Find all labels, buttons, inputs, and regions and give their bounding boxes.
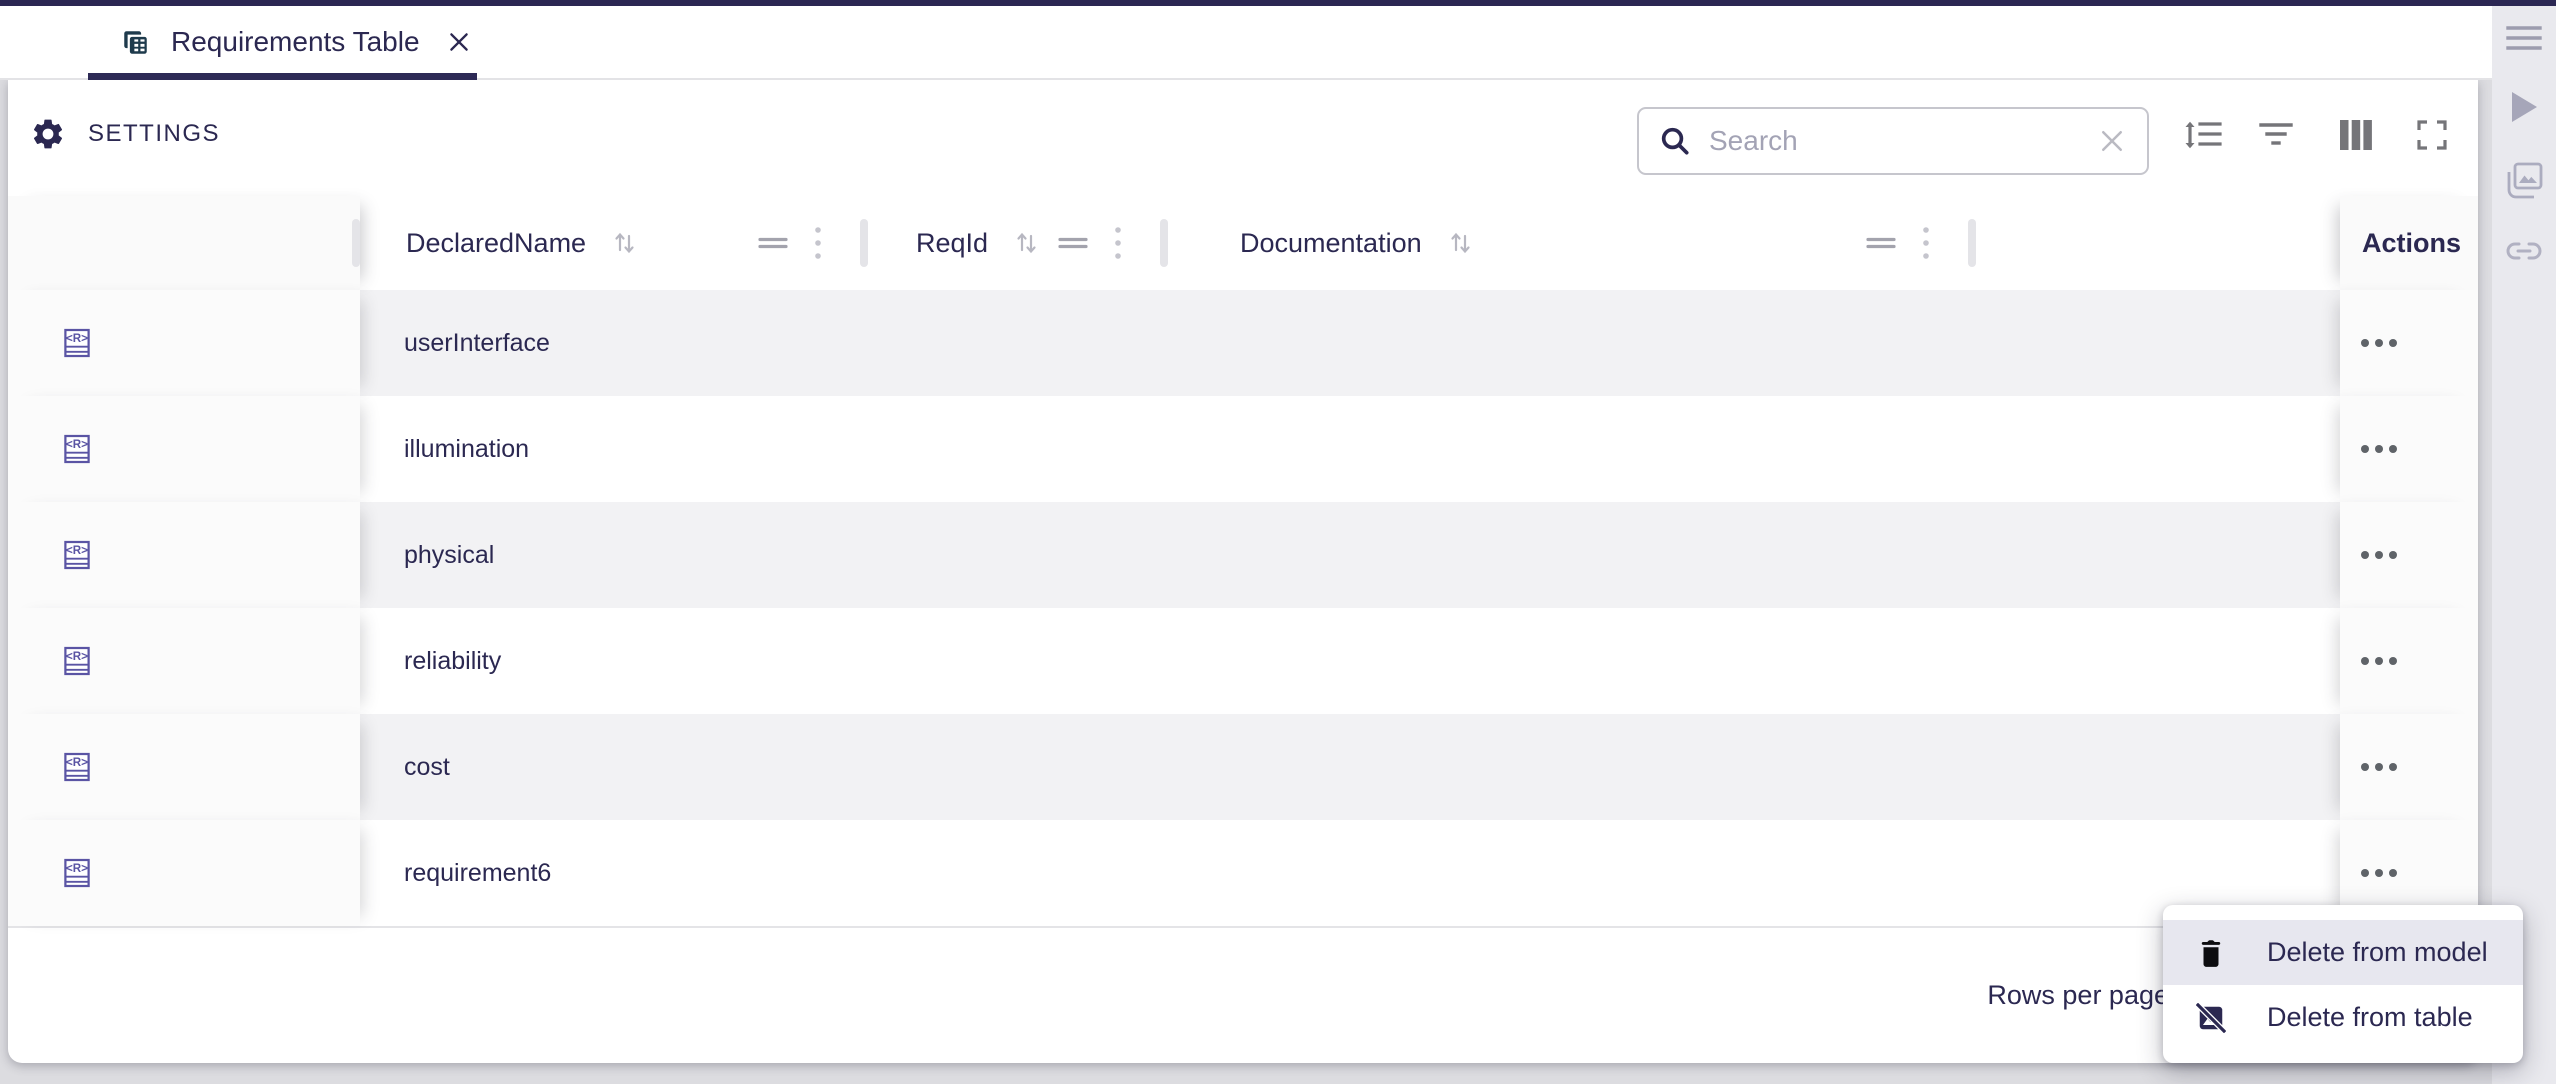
column-divider[interactable] bbox=[352, 219, 360, 267]
menu-item-label: Delete from model bbox=[2267, 937, 2488, 968]
rows-per-page-label: Rows per page bbox=[1987, 980, 2169, 1011]
resize-handle-icon[interactable] bbox=[1866, 236, 1896, 250]
table-toolbar: SETTINGS bbox=[8, 80, 2478, 196]
requirement-icon: <R> bbox=[64, 434, 90, 464]
settings-label: SETTINGS bbox=[88, 120, 220, 148]
requirements-table-panel: SETTINGS bbox=[8, 80, 2478, 1063]
actions-column-title: Actions bbox=[2362, 228, 2461, 259]
resize-handle-icon[interactable] bbox=[1058, 236, 1088, 250]
row-context-menu: Delete from model Delete from table bbox=[2163, 905, 2523, 1063]
column-menu-icon[interactable] bbox=[1114, 226, 1122, 260]
column-divider[interactable] bbox=[1160, 219, 1168, 267]
tab-label: Requirements Table bbox=[171, 26, 420, 58]
header-cell-actions: Actions bbox=[2340, 196, 2478, 290]
table-header: DeclaredName bbox=[8, 196, 2478, 290]
menu-icon[interactable] bbox=[2506, 24, 2542, 52]
active-tab-underline bbox=[88, 73, 477, 80]
resize-handle-icon[interactable] bbox=[758, 236, 788, 250]
column-divider[interactable] bbox=[1968, 219, 1976, 267]
sort-icon[interactable] bbox=[612, 231, 638, 255]
cell-declaredname: physical bbox=[360, 541, 494, 570]
column-menu-icon[interactable] bbox=[1922, 226, 1930, 260]
hide-image-icon bbox=[2196, 1003, 2226, 1033]
requirement-icon: <R> bbox=[64, 540, 90, 570]
gear-icon bbox=[30, 116, 66, 152]
table-body: <R> userInterface bbox=[8, 290, 2478, 926]
svg-text:<R>: <R> bbox=[66, 438, 88, 451]
settings-button[interactable]: SETTINGS bbox=[30, 116, 220, 152]
row-actions-icon[interactable] bbox=[2354, 544, 2406, 566]
header-cell-documentation[interactable]: Documentation bbox=[1168, 196, 1976, 290]
header-cell-spacer bbox=[1976, 196, 2340, 290]
filter-icon[interactable] bbox=[2256, 115, 2296, 155]
header-cell-row-icon bbox=[8, 196, 360, 290]
search-box bbox=[1637, 107, 2149, 175]
column-divider[interactable] bbox=[860, 219, 868, 267]
table-row[interactable]: <R> cost bbox=[8, 714, 2478, 820]
table-row[interactable]: <R> userInterface bbox=[8, 290, 2478, 396]
link-icon[interactable] bbox=[2503, 238, 2545, 264]
cell-declaredname: requirement6 bbox=[360, 859, 551, 888]
header-cell-reqid[interactable]: ReqId bbox=[868, 196, 1168, 290]
row-height-icon[interactable] bbox=[2183, 115, 2223, 155]
requirements-table-icon bbox=[122, 29, 149, 56]
svg-text:<R>: <R> bbox=[66, 862, 88, 875]
trash-icon bbox=[2196, 938, 2226, 968]
column-title: DeclaredName bbox=[406, 228, 586, 259]
sort-icon[interactable] bbox=[1448, 231, 1474, 255]
row-actions-icon[interactable] bbox=[2354, 862, 2406, 884]
svg-text:<R>: <R> bbox=[66, 756, 88, 769]
images-icon[interactable] bbox=[2502, 160, 2546, 204]
fullscreen-icon[interactable] bbox=[2412, 115, 2452, 155]
svg-text:<R>: <R> bbox=[66, 544, 88, 557]
menu-item-delete-from-model[interactable]: Delete from model bbox=[2163, 920, 2523, 985]
table-footer: Rows per page bbox=[8, 926, 2478, 1063]
menu-item-label: Delete from table bbox=[2267, 1002, 2473, 1033]
row-actions-icon[interactable] bbox=[2354, 332, 2406, 354]
svg-text:<R>: <R> bbox=[66, 332, 88, 345]
requirement-icon: <R> bbox=[64, 646, 90, 676]
column-menu-icon[interactable] bbox=[814, 226, 822, 260]
column-title: ReqId bbox=[916, 228, 988, 259]
requirement-icon: <R> bbox=[64, 328, 90, 358]
cell-declaredname: userInterface bbox=[360, 329, 550, 358]
columns-icon[interactable] bbox=[2336, 115, 2376, 155]
requirement-icon: <R> bbox=[64, 752, 90, 782]
cell-declaredname: illumination bbox=[360, 435, 529, 464]
top-accent-bar bbox=[0, 0, 2556, 6]
clear-search-icon[interactable] bbox=[2097, 126, 2127, 156]
table-row[interactable]: <R> illumination bbox=[8, 396, 2478, 502]
row-actions-icon[interactable] bbox=[2354, 650, 2406, 672]
search-input[interactable] bbox=[1707, 124, 2097, 158]
table-row[interactable]: <R> physical bbox=[8, 502, 2478, 608]
cell-declaredname: reliability bbox=[360, 647, 501, 676]
requirement-icon: <R> bbox=[64, 858, 90, 888]
tab-close-icon[interactable] bbox=[446, 29, 472, 55]
tab-requirements-table[interactable]: Requirements Table bbox=[88, 6, 477, 78]
header-cell-declaredname[interactable]: DeclaredName bbox=[360, 196, 868, 290]
svg-text:<R>: <R> bbox=[66, 650, 88, 663]
table-row[interactable]: <R> requirement6 bbox=[8, 820, 2478, 926]
tab-bar: Requirements Table bbox=[0, 6, 2556, 80]
sort-icon[interactable] bbox=[1014, 231, 1040, 255]
menu-item-delete-from-table[interactable]: Delete from table bbox=[2163, 985, 2523, 1050]
play-icon[interactable] bbox=[2509, 90, 2539, 124]
column-title: Documentation bbox=[1240, 228, 1422, 259]
row-actions-icon[interactable] bbox=[2354, 756, 2406, 778]
table-row[interactable]: <R> reliability bbox=[8, 608, 2478, 714]
row-actions-icon[interactable] bbox=[2354, 438, 2406, 460]
search-icon bbox=[1659, 125, 1691, 157]
cell-declaredname: cost bbox=[360, 753, 450, 782]
